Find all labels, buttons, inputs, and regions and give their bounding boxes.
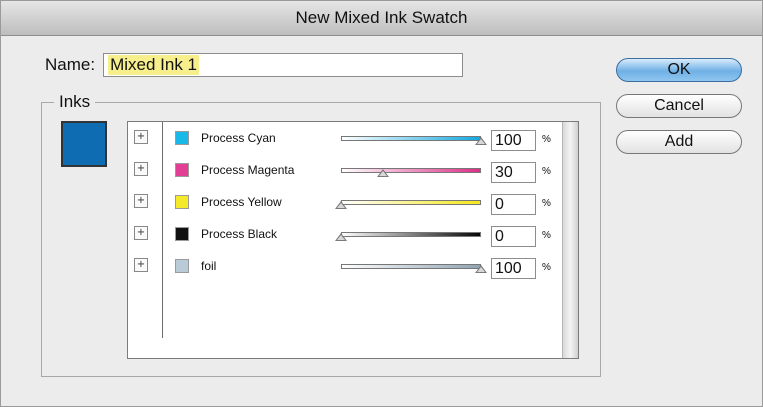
name-input[interactable]: Mixed Ink 1 — [103, 53, 464, 77]
ink-row-process-cyan: + Process Cyan 100 % — [128, 124, 563, 154]
ink-percent-slider[interactable] — [341, 136, 487, 146]
percent-unit: % — [542, 198, 551, 209]
slider-track — [341, 200, 481, 205]
percent-unit: % — [542, 134, 551, 145]
ink-color-swatch — [175, 227, 189, 241]
name-row: Name: Mixed Ink 1 — [45, 53, 464, 77]
add-button[interactable]: Add — [616, 130, 742, 154]
ink-row-process-black: + Process Black 0 % — [128, 220, 563, 250]
name-value: Mixed Ink 1 — [108, 55, 200, 75]
ink-percent-input[interactable]: 100 — [491, 130, 536, 151]
slider-track — [341, 264, 481, 269]
ink-row-process-magenta: + Process Magenta 30 % — [128, 156, 563, 186]
slider-thumb-icon[interactable] — [475, 265, 487, 273]
ok-button[interactable]: OK — [616, 58, 742, 82]
dialog-title: New Mixed Ink Swatch — [1, 1, 762, 36]
ink-name: foil — [201, 259, 217, 273]
slider-thumb-icon[interactable] — [335, 233, 347, 241]
slider-thumb-icon[interactable] — [475, 137, 487, 145]
percent-unit: % — [542, 262, 551, 273]
include-ink-toggle-icon[interactable]: + — [134, 226, 148, 240]
ink-percent-input[interactable]: 0 — [491, 194, 536, 215]
ink-row-foil: + foil 100 % — [128, 252, 563, 282]
ink-row-process-yellow: + Process Yellow 0 % — [128, 188, 563, 218]
ink-color-swatch — [175, 163, 189, 177]
slider-track — [341, 232, 481, 237]
include-ink-toggle-icon[interactable]: + — [134, 130, 148, 144]
percent-unit: % — [542, 166, 551, 177]
ink-percent-slider[interactable] — [341, 168, 481, 178]
dialog-window: New Mixed Ink Swatch Name: Mixed Ink 1 I… — [0, 0, 763, 407]
ink-list-scrollbar[interactable] — [562, 122, 578, 358]
name-label: Name: — [45, 55, 96, 74]
include-ink-toggle-icon[interactable]: + — [134, 258, 148, 272]
slider-thumb-icon[interactable] — [335, 201, 347, 209]
slider-thumb-icon[interactable] — [377, 169, 389, 177]
ink-percent-slider[interactable] — [335, 200, 481, 210]
ink-percent-input[interactable]: 100 — [491, 258, 536, 279]
ink-percent-input[interactable]: 0 — [491, 226, 536, 247]
ink-name: Process Black — [201, 227, 278, 241]
ink-percent-slider[interactable] — [335, 232, 481, 242]
ink-name: Process Cyan — [201, 131, 276, 145]
ink-color-swatch — [175, 131, 189, 145]
inks-group: Inks + Process Cyan 100 % + Process Mage… — [41, 92, 601, 377]
ink-name: Process Yellow — [201, 195, 282, 209]
ink-color-swatch — [175, 195, 189, 209]
slider-track — [341, 136, 481, 141]
inks-legend: Inks — [54, 92, 96, 112]
slider-track — [341, 168, 481, 173]
ink-percent-input[interactable]: 30 — [491, 162, 536, 183]
ink-percent-slider[interactable] — [341, 264, 487, 274]
include-ink-toggle-icon[interactable]: + — [134, 162, 148, 176]
percent-unit: % — [542, 230, 551, 241]
cancel-button[interactable]: Cancel — [616, 94, 742, 118]
ink-color-swatch — [175, 259, 189, 273]
mixed-ink-preview-swatch — [61, 121, 107, 167]
include-ink-toggle-icon[interactable]: + — [134, 194, 148, 208]
ink-name: Process Magenta — [201, 163, 295, 177]
ink-list: + Process Cyan 100 % + Process Magenta 3… — [127, 121, 579, 359]
